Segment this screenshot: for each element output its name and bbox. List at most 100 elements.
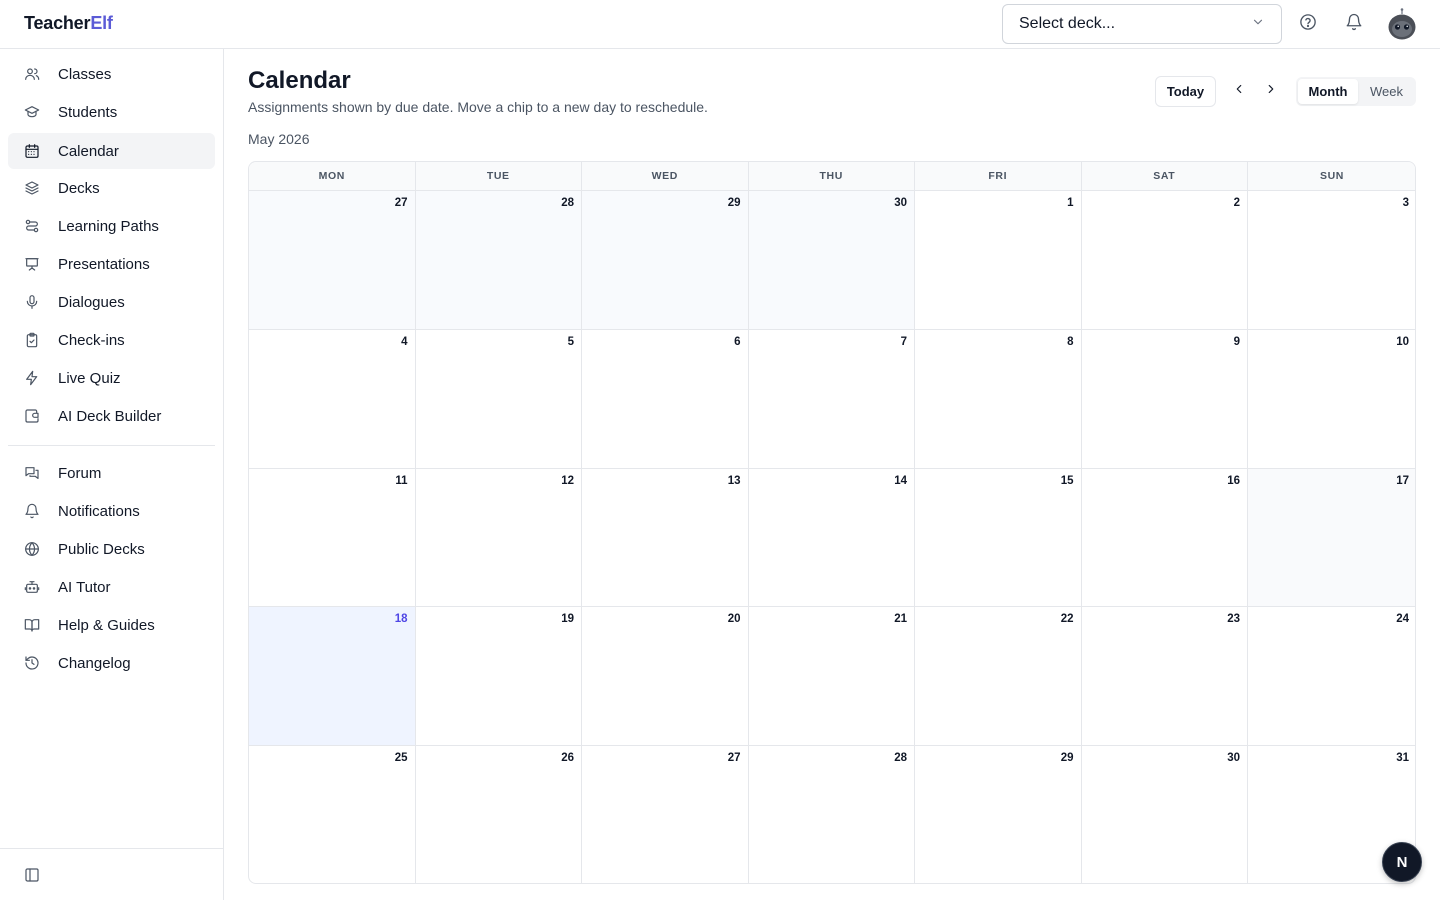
day-number: 5 xyxy=(567,335,574,348)
sidebar-item-live-quiz[interactable]: Live Quiz xyxy=(8,360,215,396)
globe-icon xyxy=(24,541,40,557)
sidebar-item-label: Calendar xyxy=(58,142,119,160)
calendar-day-cell[interactable]: 14 xyxy=(748,468,915,608)
sidebar-item-label: Classes xyxy=(58,65,112,83)
next-js-dev-button[interactable]: N xyxy=(1382,842,1422,882)
calendar-day-cell[interactable]: 4 xyxy=(249,329,416,469)
calendar-day-cell[interactable]: 26 xyxy=(416,746,582,883)
sidebar-item-help-guides[interactable]: Help & Guides xyxy=(8,607,215,643)
calendar-day-cell[interactable]: 29 xyxy=(915,746,1082,883)
panel-left-icon xyxy=(24,868,40,887)
sidebar-item-notifications[interactable]: Notifications xyxy=(8,493,215,529)
calendar-day-cell[interactable]: 29 xyxy=(582,191,749,330)
calendar-day-cell[interactable]: 17 xyxy=(1248,468,1415,608)
day-number: 27 xyxy=(727,752,741,765)
layers-icon xyxy=(24,180,40,196)
today-button[interactable]: Today xyxy=(1155,76,1216,107)
day-number: 29 xyxy=(727,197,741,209)
day-number: 10 xyxy=(1396,335,1409,348)
sidebar-item-presentations[interactable]: Presentations xyxy=(8,246,215,282)
calendar-day-cell[interactable]: 27 xyxy=(582,746,749,883)
sidebar-item-forum[interactable]: Forum xyxy=(8,455,215,491)
graduation-cap-icon xyxy=(24,104,40,120)
calendar-day-cell[interactable]: 5 xyxy=(415,329,582,469)
day-number: 29 xyxy=(1060,752,1074,765)
calendar-day-cell[interactable]: 9 xyxy=(1081,329,1248,469)
calendar-day-cell[interactable]: 3 xyxy=(1248,191,1415,330)
sidebar-item-label: Forum xyxy=(58,464,102,482)
route-icon xyxy=(24,218,40,234)
sidebar-item-label: Notifications xyxy=(58,502,140,520)
calendar-day-cell[interactable]: 2 xyxy=(1081,191,1248,330)
view-month-button[interactable]: Month xyxy=(1298,79,1358,104)
brand-logo[interactable]: TeacherElf xyxy=(24,13,113,34)
sidebar-item-label: Check-ins xyxy=(58,331,125,349)
calendar-day-cell[interactable]: 19 xyxy=(415,607,582,747)
sidebar-item-check-ins[interactable]: Check-ins xyxy=(8,322,215,358)
user-avatar[interactable] xyxy=(1387,8,1417,40)
calendar-day-cell[interactable]: 16 xyxy=(1081,468,1248,608)
view-week-button[interactable]: Week xyxy=(1359,79,1414,104)
calendar-day-cell[interactable]: 25 xyxy=(249,746,416,883)
calendar-day-cell[interactable]: 23 xyxy=(1081,607,1248,747)
calendar-day-cell[interactable]: 28 xyxy=(415,191,582,330)
weekday-label: FRI xyxy=(915,162,1082,190)
sidebar-item-ai-deck-builder[interactable]: AI Deck Builder xyxy=(8,398,215,434)
fab-label: N xyxy=(1396,853,1408,871)
sidebar-item-label: Students xyxy=(58,103,118,121)
calendar-day-cell[interactable]: 10 xyxy=(1248,330,1415,469)
calendar-day-cell[interactable]: 7 xyxy=(748,329,915,469)
sidebar-divider xyxy=(8,445,215,446)
bell-icon xyxy=(1345,13,1363,36)
sidebar-item-ai-tutor[interactable]: AI Tutor xyxy=(8,569,215,605)
calendar-day-cell[interactable]: 6 xyxy=(582,329,749,469)
calendar-day-cell[interactable]: 15 xyxy=(915,468,1082,608)
sidebar-item-public-decks[interactable]: Public Decks xyxy=(8,531,215,567)
sidebar-item-classes[interactable]: Classes xyxy=(8,56,215,92)
calendar-day-cell[interactable]: 18 xyxy=(249,607,416,747)
day-number: 15 xyxy=(1060,474,1074,487)
sidebar-item-label: Live Quiz xyxy=(58,369,121,387)
sidebar-item-calendar[interactable]: Calendar xyxy=(8,133,215,169)
calendar-day-cell[interactable]: 27 xyxy=(249,191,416,330)
day-number: 20 xyxy=(727,613,741,626)
sidebar-item-students[interactable]: Students xyxy=(8,94,215,130)
sidebar-item-dialogues[interactable]: Dialogues xyxy=(8,284,215,320)
calendar-day-cell[interactable]: 20 xyxy=(582,607,749,747)
day-number: 4 xyxy=(401,335,408,348)
day-number: 1 xyxy=(1067,197,1074,209)
sidebar-item-changelog[interactable]: Changelog xyxy=(8,645,215,681)
calendar-day-cell[interactable]: 30 xyxy=(1082,746,1248,883)
day-number: 27 xyxy=(394,197,408,209)
day-number: 6 xyxy=(734,335,741,348)
previous-month-button[interactable] xyxy=(1229,81,1249,101)
calendar-grid: MON TUE WED THU FRI SAT SUN 27 28 29 30 1 2 3 4 5 6 7 8 9 1… xyxy=(248,161,1416,884)
sidebar-item-learning-paths[interactable]: Learning Paths xyxy=(8,208,215,244)
calendar-day-cell[interactable]: 13 xyxy=(582,468,749,608)
calendar-day-cell[interactable]: 12 xyxy=(415,468,582,608)
sidebar-item-label: Public Decks xyxy=(58,540,145,558)
calendar-day-cell[interactable]: 28 xyxy=(749,746,915,883)
calendar-day-cell[interactable]: 1 xyxy=(915,191,1082,330)
day-number: 24 xyxy=(1396,613,1409,626)
day-number: 8 xyxy=(1067,335,1074,348)
deck-select[interactable]: Select deck... xyxy=(1002,4,1282,44)
weekday-label: SUN xyxy=(1320,170,1344,182)
calendar-day-cell[interactable]: 11 xyxy=(249,468,416,608)
day-number: 17 xyxy=(1396,474,1409,487)
calendar-day-cell[interactable]: 30 xyxy=(748,191,915,330)
notifications-button[interactable] xyxy=(1342,12,1366,36)
calendar-day-cell[interactable]: 24 xyxy=(1248,607,1415,747)
calendar-day-cell[interactable]: 22 xyxy=(915,607,1082,747)
next-month-button[interactable] xyxy=(1261,81,1281,101)
sidebar-toggle-button[interactable] xyxy=(24,867,40,883)
calendar-day-cell[interactable]: 8 xyxy=(915,329,1082,469)
day-number: 14 xyxy=(894,474,907,487)
sidebar-item-decks[interactable]: Decks xyxy=(8,170,215,206)
calendar-day-cell[interactable]: 21 xyxy=(748,607,915,747)
day-number: 30 xyxy=(1227,752,1240,765)
day-number: 2 xyxy=(1233,197,1240,209)
weekday-label: TUE xyxy=(416,162,582,190)
help-button[interactable] xyxy=(1296,12,1320,36)
bell-icon xyxy=(24,503,40,519)
